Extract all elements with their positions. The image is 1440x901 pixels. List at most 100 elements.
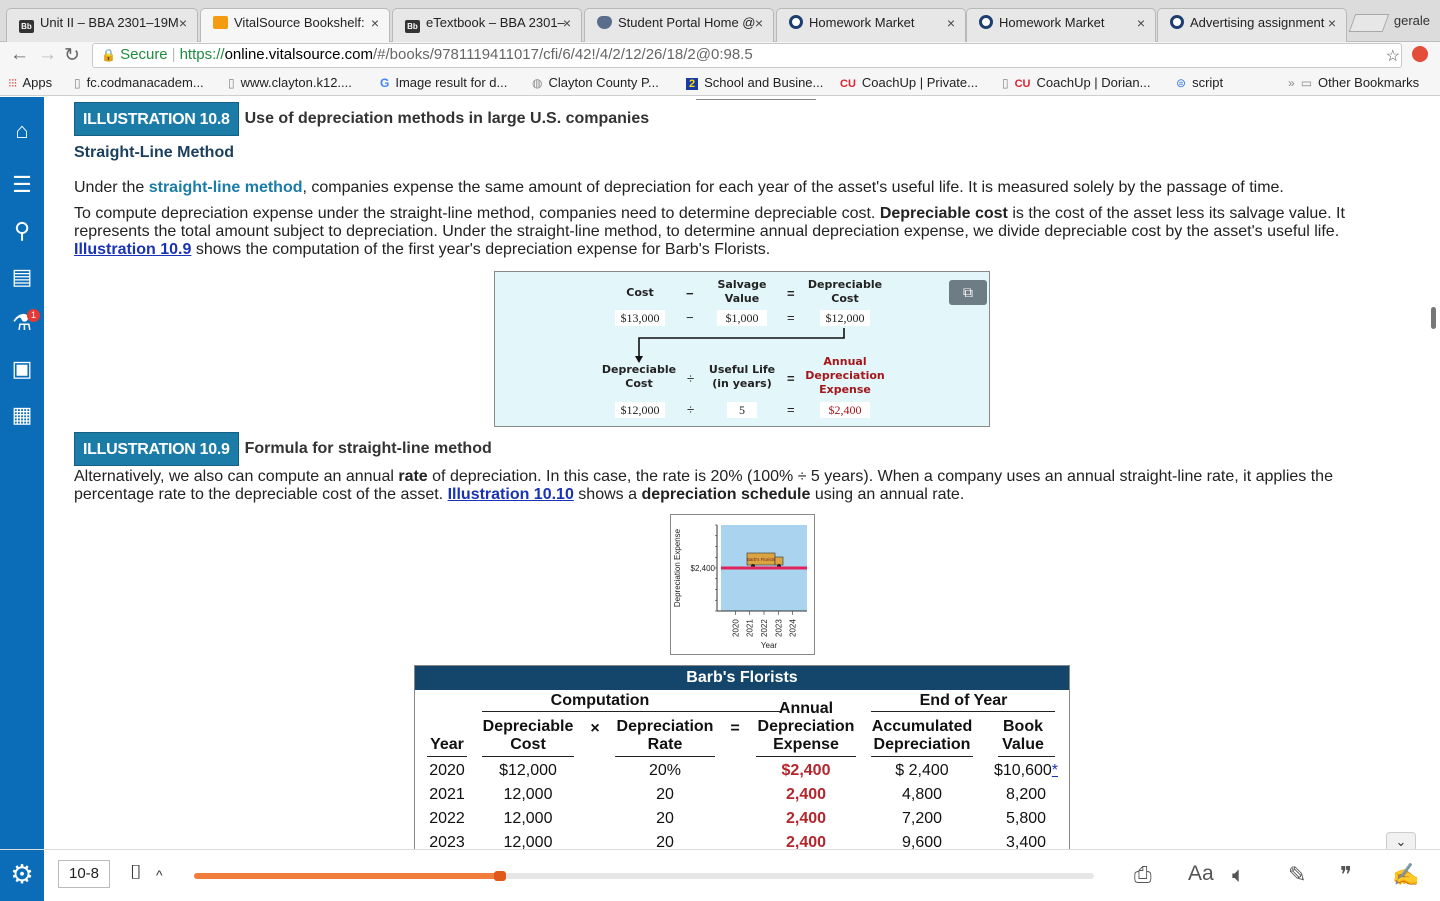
notification-badge: 1 xyxy=(27,309,40,322)
image-gallery-icon[interactable]: ▣ xyxy=(10,357,34,381)
text: shows a xyxy=(573,486,642,503)
bookmark-apps[interactable]: ⁝⁝⁝ Apps xyxy=(8,75,52,90)
back-arrow-icon[interactable]: ← xyxy=(10,44,29,66)
extension-icon[interactable] xyxy=(1412,46,1428,62)
search-icon[interactable]: ⚲ xyxy=(10,219,34,243)
footnote-link[interactable]: * xyxy=(1052,762,1058,779)
table-cell-accum: $ 2,400 xyxy=(895,762,949,779)
key-term-straight-line[interactable]: straight-line method xyxy=(149,179,303,196)
label-useful-life: Useful Life (in years) xyxy=(708,363,776,390)
link-illustration-10-9[interactable]: Illustration 10.9 xyxy=(74,241,191,258)
table-cell-expense: 2,400 xyxy=(785,834,827,849)
close-tab-icon[interactable]: × xyxy=(1328,15,1336,31)
reading-progress-bar[interactable] xyxy=(194,871,1094,881)
flashcards-icon[interactable]: ▦ xyxy=(10,403,34,427)
bookmark-clayton-k12[interactable]: ▯ www.clayton.k12.... xyxy=(228,75,352,90)
bookmark-other[interactable]: » ▭ Other Bookmarks xyxy=(1288,75,1419,90)
header-underline xyxy=(427,756,467,757)
bookmark-star-icon[interactable]: ☆ xyxy=(1386,46,1400,66)
close-tab-icon[interactable]: × xyxy=(1137,15,1145,31)
tab-unit-ii[interactable]: Bb Unit II – BBA 2301–19M × xyxy=(6,8,198,42)
close-tab-icon[interactable]: × xyxy=(755,15,763,31)
contents-list-icon[interactable]: ☰ xyxy=(10,173,34,197)
illustration-10-8-header: ILLUSTRATION 10.8 Use of depreciation me… xyxy=(74,102,649,136)
operator-times: × xyxy=(590,720,600,737)
highlighter-icon[interactable]: ✎ xyxy=(1288,862,1306,888)
url-host: online.vitalsource.com xyxy=(224,46,373,63)
header-underline xyxy=(998,756,1055,757)
col-header-book-value: Book Value xyxy=(1002,718,1044,753)
chevron-up-icon[interactable]: ^ xyxy=(156,867,163,883)
header-underline xyxy=(482,756,574,757)
depreciation-schedule-table: Barb's Florists Computation End of Year … xyxy=(414,665,1070,849)
scrollbar-thumb[interactable] xyxy=(1431,307,1436,329)
text: Alternatively, we also can compute an an… xyxy=(74,468,399,485)
bookmark-coachup-private[interactable]: CU CoachUp | Private... xyxy=(840,75,978,90)
operator-divide: ÷ xyxy=(687,402,695,417)
text: Under the xyxy=(74,179,149,196)
tab-student-portal[interactable]: Student Portal Home @ × xyxy=(584,8,774,42)
close-tab-icon[interactable]: × xyxy=(371,15,379,31)
bookmarks-bar: ⁝⁝⁝ Apps ▯ fc.codmanacadem... ▯ www.clayton… xyxy=(0,70,1440,96)
tab-etextbook[interactable]: Bb eTextbook – BBA 2301– × xyxy=(392,8,582,42)
header-underline xyxy=(756,756,856,757)
tab-label: eTextbook – BBA 2301– xyxy=(426,15,565,30)
text: , companies expense the same amount of d… xyxy=(302,179,1284,196)
bookmark-clayton-county[interactable]: ◍ Clayton County P... xyxy=(532,75,659,90)
bookmark-codmanacademy[interactable]: ▯ fc.codmanacadem... xyxy=(74,75,204,90)
bookmark-coachup-dorian[interactable]: ▯ CU CoachUp | Dorian... xyxy=(1002,75,1150,90)
progress-handle[interactable] xyxy=(494,871,506,881)
close-tab-icon[interactable]: × xyxy=(179,15,187,31)
close-tab-icon[interactable]: × xyxy=(563,15,571,31)
bookmark-image-result[interactable]: G Image result for d... xyxy=(380,75,507,90)
notebook-icon[interactable]: ▤ xyxy=(10,265,34,289)
page-icon: ▯ xyxy=(1002,76,1009,90)
bookmark-label: Clayton County P... xyxy=(548,75,659,90)
tab-vitalsource[interactable]: VitalSource Bookshelf: × xyxy=(200,8,390,43)
bookmark-school-business[interactable]: 2 School and Busine... xyxy=(686,75,823,90)
illustration-title: Use of depreciation methods in large U.S… xyxy=(244,110,650,127)
close-tab-icon[interactable]: × xyxy=(947,15,955,31)
home-icon[interactable]: ⌂ xyxy=(10,119,34,143)
page-number-input[interactable]: 10-8 xyxy=(58,860,110,888)
url-path: /#/books/9781119411017/cfi/6/42!/4/2/12/… xyxy=(373,46,753,63)
tab-advertising[interactable]: Advertising assignment × xyxy=(1157,8,1347,42)
tab-homework-market-2[interactable]: Homework Market × xyxy=(966,8,1156,42)
table-cell-year: 2021 xyxy=(429,786,465,803)
table-cell-rate: 20 xyxy=(656,786,674,803)
notes-icon[interactable]: ✍ xyxy=(1392,862,1419,888)
forward-arrow-icon[interactable]: → xyxy=(38,44,57,66)
depreciation-chart[interactable]: Depreciation Expense Year Barb's Florist… xyxy=(670,514,815,655)
link-illustration-10-10[interactable]: Illustration 10.10 xyxy=(448,486,574,503)
profile-name[interactable]: gerale xyxy=(1394,13,1430,28)
x-tick-label: 2021 xyxy=(746,619,755,637)
table-cell-cost: $12,000 xyxy=(499,762,557,779)
illustration-tag: ILLUSTRATION 10.9 xyxy=(74,432,239,466)
citation-icon[interactable]: ❞ xyxy=(1340,862,1352,888)
label-depreciable-cost-2: Depreciable Cost xyxy=(601,363,677,390)
formula-figure: ⧉ Cost − Salvage Value = Depreciable Cos… xyxy=(494,271,990,427)
bookmark-script[interactable]: ⊜ script xyxy=(1176,75,1223,90)
script-icon: ⊜ xyxy=(1176,76,1187,90)
homework-market-icon xyxy=(789,15,803,29)
bookmark-icon[interactable]: ⌷ xyxy=(130,862,142,885)
bookmark-label: script xyxy=(1192,75,1224,90)
value-useful-life: 5 xyxy=(727,402,757,418)
font-settings-icon[interactable]: Aa xyxy=(1188,862,1214,886)
folder-icon: ▭ xyxy=(1300,76,1313,90)
gear-icon[interactable]: ⚙ xyxy=(0,850,44,901)
table-body: Computation End of Year Year Depreciable… xyxy=(415,690,1069,849)
read-aloud-icon[interactable]: 🔈︎ xyxy=(1232,862,1245,888)
new-tab-button[interactable] xyxy=(1348,14,1390,32)
tab-homework-market-1[interactable]: Homework Market × xyxy=(776,8,966,42)
reload-icon[interactable]: ↻ xyxy=(64,44,80,67)
address-bar[interactable]: 🔒 Secure | https://online.vitalsource.com/… xyxy=(92,43,1402,68)
vitalsource-icon xyxy=(213,16,228,29)
bookmark-label: CoachUp | Private... xyxy=(861,75,978,90)
table-cell-book: 8,200 xyxy=(1005,786,1047,803)
chevron-down-icon[interactable]: ⌄ xyxy=(1386,832,1416,849)
print-icon[interactable]: ⎙ xyxy=(1134,862,1152,888)
apps-grid-icon: ⁝⁝⁝ xyxy=(8,76,18,90)
data-point xyxy=(748,567,751,569)
table-cell-book: 3,400 xyxy=(1005,834,1047,849)
